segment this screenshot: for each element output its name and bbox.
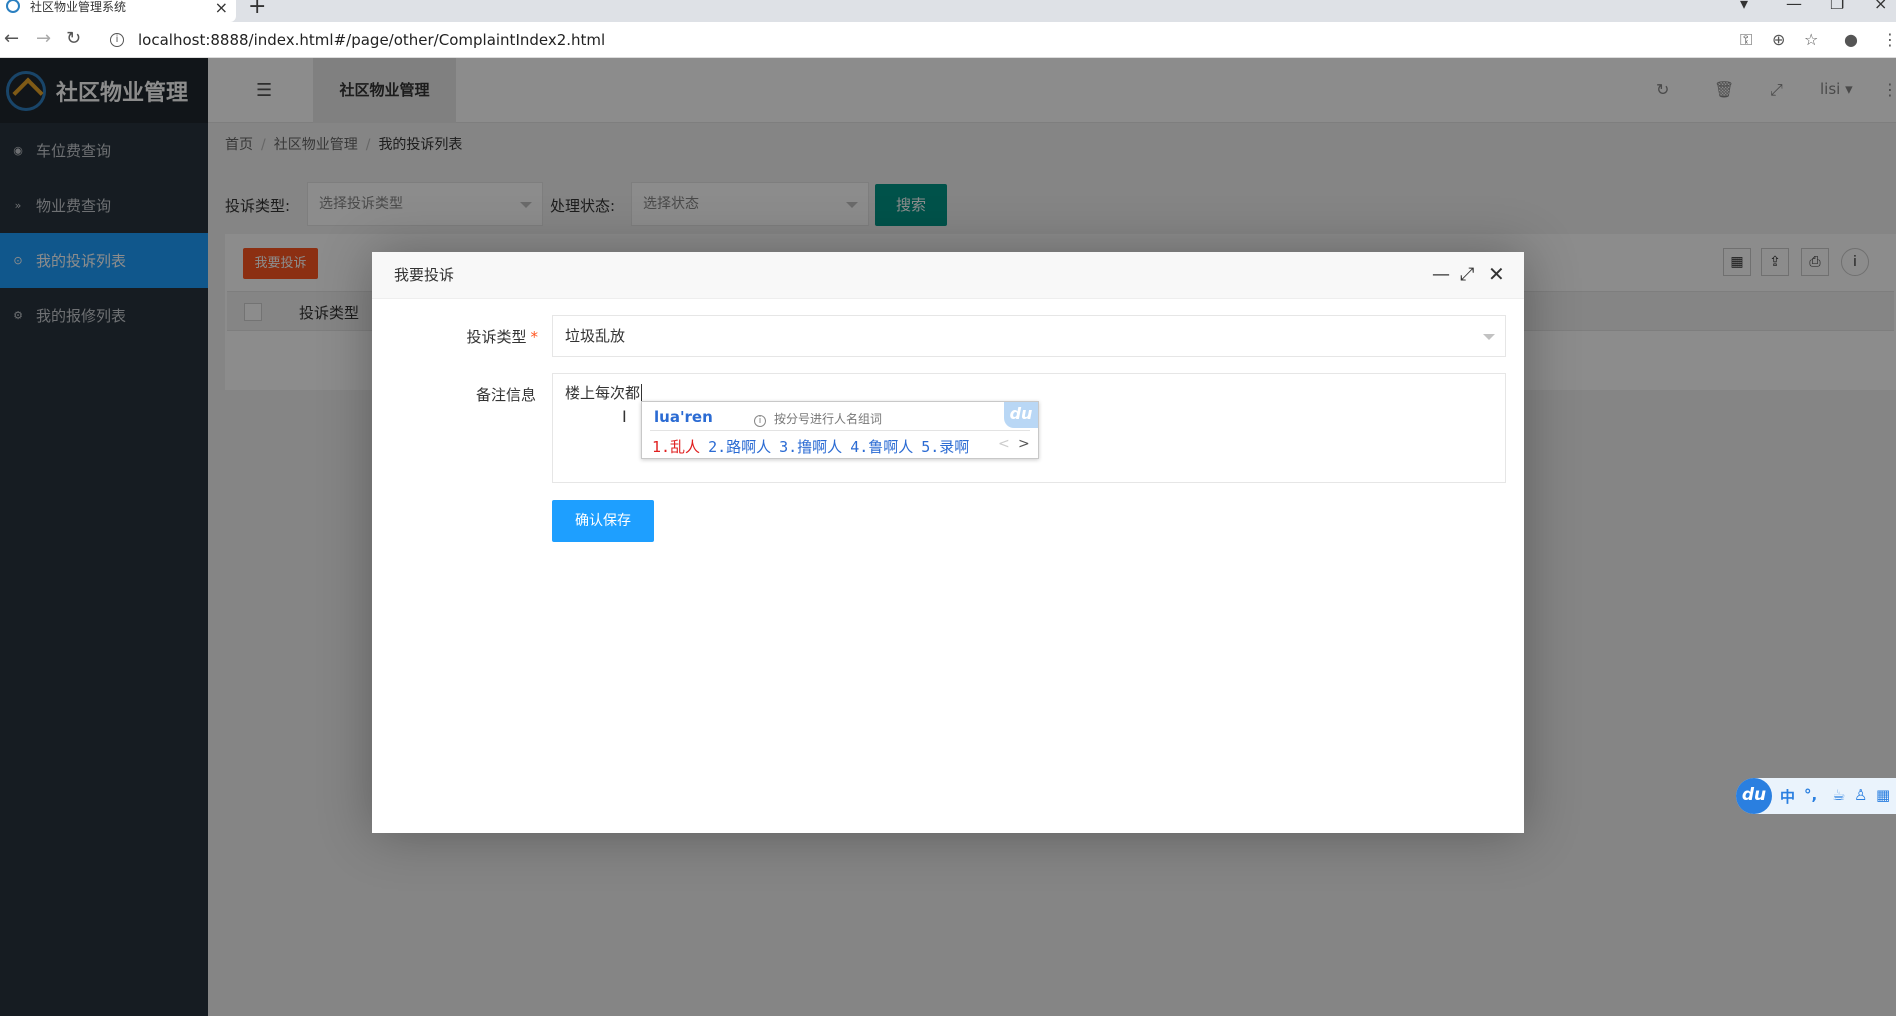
browser-tab-title: 社区物业管理系统	[30, 0, 127, 14]
remark-text: 楼上每次都	[565, 384, 641, 402]
form-type-label: 投诉类型 *	[372, 326, 538, 347]
ime-skin-icon[interactable]: ☕	[1832, 786, 1845, 804]
browser-tab-bar: 社区物业管理系统 × + ▾ — ❐ ×	[0, 0, 1896, 22]
ime-next-icon[interactable]: >	[1018, 436, 1030, 452]
key-icon[interactable]: ⚿	[1740, 30, 1752, 50]
address-bar: ← → ↻ i localhost:8888/index.html#/page/…	[0, 22, 1896, 58]
url-text: localhost:8888/index.html#/page/other/Co…	[138, 31, 606, 49]
zoom-icon[interactable]: ⊕	[1772, 30, 1785, 49]
ime-logo: du	[1004, 402, 1038, 428]
form-type-label-text: 投诉类型	[466, 328, 527, 346]
ime-candidate[interactable]: 5.录啊	[921, 438, 969, 456]
ime-hint: i 按分号进行人名组词	[754, 410, 882, 427]
back-icon[interactable]: ←	[4, 28, 19, 49]
modal-title: 我要投诉	[372, 252, 1524, 299]
ime-hint-text: 按分号进行人名组词	[774, 412, 883, 426]
ime-divider	[650, 430, 1030, 431]
ime-candidate[interactable]: 4.鲁啊人	[850, 438, 913, 456]
text-caret	[641, 384, 643, 402]
ime-status-bar: du 中 °, ☕ ♙ ▦	[1736, 778, 1896, 814]
ime-candidate[interactable]: 2.路啊人	[708, 438, 771, 456]
forward-icon[interactable]: →	[36, 28, 51, 49]
form-remark-label: 备注信息	[475, 386, 536, 404]
form-type-select[interactable]: 垃圾乱放	[552, 315, 1506, 357]
maximize-icon[interactable]: ⤢	[1460, 264, 1474, 285]
ime-candidate-window: lua'ren i 按分号进行人名组词 du 1.乱人 2.路啊人 3.撸啊人 4.鲁啊…	[641, 401, 1039, 459]
url-field[interactable]: i localhost:8888/index.html#/page/other/…	[110, 27, 1730, 53]
close-window-icon[interactable]: ×	[1874, 0, 1887, 13]
account-icon[interactable]: ●	[1844, 30, 1858, 49]
ime-prev-icon[interactable]: <	[998, 436, 1010, 452]
ime-composition: lua'ren	[654, 408, 713, 426]
restore-window-icon[interactable]: ❐	[1830, 0, 1844, 13]
favicon-icon	[6, 0, 20, 13]
form-type-value: 垃圾乱放	[565, 327, 626, 345]
ime-candidate[interactable]: 3.撸啊人	[779, 438, 842, 456]
site-info-icon[interactable]: i	[110, 33, 124, 47]
ime-mode-chinese[interactable]: 中	[1780, 786, 1795, 807]
minimize-window-icon[interactable]: —	[1786, 0, 1802, 13]
ime-toolbox-icon[interactable]: ▦	[1876, 786, 1890, 804]
required-mark: *	[530, 328, 539, 346]
minimize-icon[interactable]: —	[1432, 264, 1450, 285]
chevron-down-icon	[1483, 334, 1495, 340]
bookmark-star-icon[interactable]: ☆	[1804, 30, 1818, 49]
browser-menu-icon[interactable]: ⋮	[1882, 30, 1896, 49]
new-tab-icon[interactable]: +	[248, 0, 266, 19]
ime-user-icon[interactable]: ♙	[1854, 786, 1867, 804]
ime-candidate[interactable]: 1.乱人	[652, 438, 700, 456]
info-icon: i	[754, 415, 766, 427]
ime-logo-icon[interactable]: du	[1736, 778, 1772, 814]
confirm-save-button[interactable]: 确认保存	[552, 500, 654, 542]
profile-menu-icon[interactable]: ▾	[1740, 0, 1748, 13]
close-tab-icon[interactable]: ×	[215, 0, 228, 17]
ime-candidates: 1.乱人 2.路啊人 3.撸啊人 4.鲁啊人 5.录啊	[652, 436, 977, 457]
reload-icon[interactable]: ↻	[66, 28, 81, 49]
ime-punctuation[interactable]: °,	[1804, 786, 1817, 804]
browser-tab[interactable]: 社区物业管理系统 ×	[0, 0, 236, 22]
complaint-modal: 我要投诉 — ⤢ ✕ 投诉类型 * 垃圾乱放 备注信息 楼上每次都 I 确认保存	[372, 252, 1524, 833]
close-icon[interactable]: ✕	[1488, 262, 1505, 286]
mouse-ibeam-cursor: I	[622, 407, 627, 426]
